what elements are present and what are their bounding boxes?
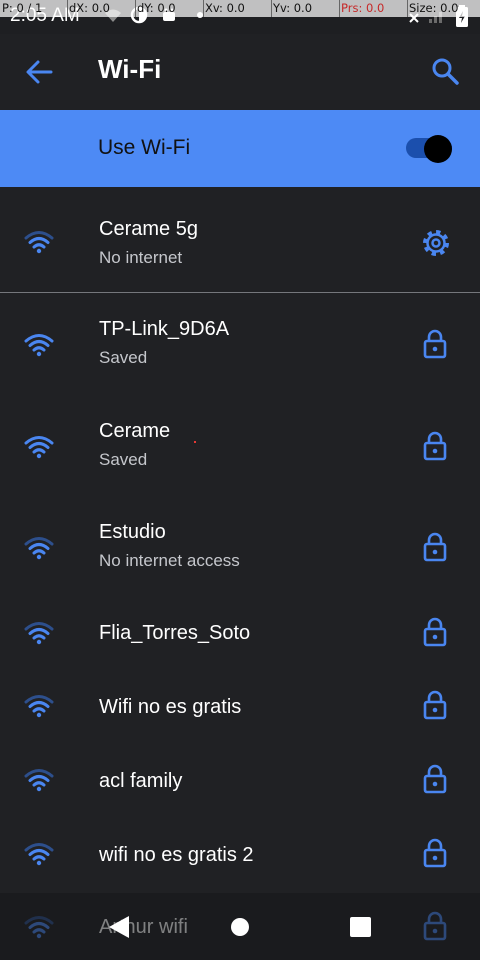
pointer-size: Size: 0.0 bbox=[409, 1, 459, 15]
network-row[interactable]: acl family bbox=[0, 743, 480, 817]
wifi-signal-icon bbox=[24, 843, 54, 866]
wifi-settings-screen: 2:05 AM P: 0 / 1 bbox=[0, 0, 480, 960]
network-row[interactable]: wifi no es gratis 2 bbox=[0, 817, 480, 891]
pointer-dx: dX: 0.0 bbox=[69, 1, 110, 15]
nav-home-icon[interactable] bbox=[231, 918, 249, 936]
wifi-signal-icon bbox=[24, 622, 54, 645]
network-name: wifi no es gratis 2 bbox=[99, 844, 254, 866]
pointer-pressure: Prs: 0.0 bbox=[341, 1, 385, 15]
wifi-signal-icon bbox=[24, 537, 54, 560]
network-status: No internet access bbox=[99, 551, 240, 570]
network-row[interactable]: Cerame Saved bbox=[0, 393, 480, 493]
wifi-signal-icon bbox=[24, 231, 54, 254]
network-status: Saved bbox=[99, 450, 148, 469]
overlay-divider bbox=[67, 0, 68, 17]
pointer-count: P: 0 / 1 bbox=[2, 1, 43, 15]
overlay-divider bbox=[407, 0, 408, 17]
overlay-divider bbox=[339, 0, 340, 17]
wifi-signal-icon bbox=[24, 436, 54, 459]
touch-trace-dot bbox=[194, 441, 196, 443]
network-row[interactable]: Wifi no es gratis bbox=[0, 669, 480, 743]
navigation-bar bbox=[0, 893, 480, 960]
gear-icon[interactable] bbox=[421, 228, 451, 258]
network-status: No internet bbox=[99, 248, 183, 267]
app-toolbar: Wi-Fi bbox=[0, 34, 480, 110]
pointer-xv: Xv: 0.0 bbox=[205, 1, 245, 15]
overlay-divider bbox=[271, 0, 272, 17]
arrow-back-icon[interactable] bbox=[24, 58, 54, 86]
use-wifi-switch-bar[interactable]: Use Wi-Fi bbox=[0, 110, 480, 187]
lock-icon bbox=[423, 329, 447, 359]
network-name: Flia_Torres_Soto bbox=[99, 622, 251, 644]
nav-back-icon[interactable] bbox=[108, 915, 130, 939]
lock-icon bbox=[423, 532, 447, 562]
wifi-signal-icon bbox=[24, 769, 54, 792]
lock-icon bbox=[423, 690, 447, 720]
wifi-signal-icon bbox=[24, 695, 54, 718]
network-row[interactable]: Estudio No internet access bbox=[0, 493, 480, 597]
network-name: Wifi no es gratis bbox=[99, 696, 242, 718]
network-row[interactable]: Cerame 5g No internet bbox=[0, 187, 480, 292]
pointer-dy: dY: 0.0 bbox=[137, 1, 176, 15]
lock-icon bbox=[423, 764, 447, 794]
network-name: Estudio bbox=[99, 521, 166, 543]
network-status: Saved bbox=[99, 348, 148, 367]
lock-icon bbox=[423, 838, 447, 868]
network-row[interactable]: TP-Link_9D6A Saved bbox=[0, 293, 480, 393]
network-name: TP-Link_9D6A bbox=[99, 318, 230, 340]
use-wifi-label: Use Wi-Fi bbox=[98, 136, 191, 159]
overlay-divider bbox=[203, 0, 204, 17]
page-title: Wi-Fi bbox=[98, 54, 162, 84]
wifi-signal-icon bbox=[24, 334, 54, 357]
nav-recents-icon[interactable] bbox=[350, 917, 371, 937]
network-name: Cerame 5g bbox=[99, 218, 198, 240]
network-row[interactable]: Flia_Torres_Soto bbox=[0, 597, 480, 669]
overlay-divider bbox=[135, 0, 136, 17]
wifi-toggle-thumb[interactable] bbox=[424, 135, 452, 163]
pointer-location-overlay: P: 0 / 1 dX: 0.0 dY: 0.0 Xv: 0.0 Yv: 0.0… bbox=[0, 0, 480, 17]
pointer-yv: Yv: 0.0 bbox=[273, 1, 313, 15]
network-name: acl family bbox=[99, 770, 183, 792]
network-name: Cerame bbox=[99, 420, 171, 442]
lock-icon bbox=[423, 431, 447, 461]
list-divider bbox=[0, 292, 480, 293]
search-icon[interactable] bbox=[430, 56, 460, 86]
lock-icon bbox=[423, 617, 447, 647]
